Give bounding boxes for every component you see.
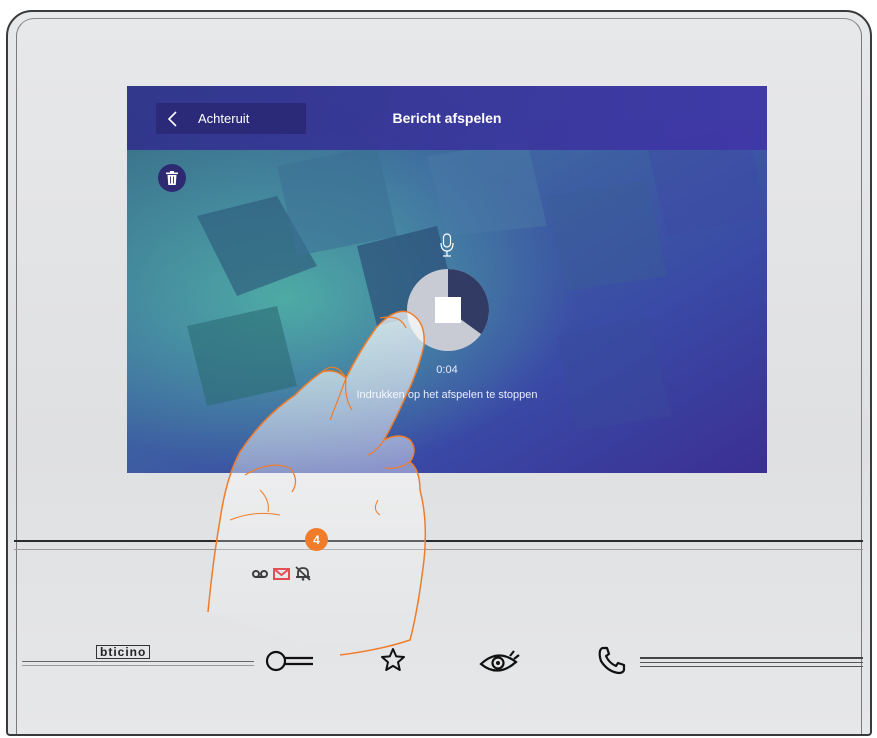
trash-icon [166,171,178,185]
brand-logo: bticino [96,645,151,659]
bell-off-icon [295,566,311,581]
star-icon[interactable] [380,647,406,673]
eye-icon[interactable] [478,650,522,674]
voicemail-icon [252,569,268,578]
elapsed-time: 0:04 [436,364,458,376]
touch-screen: Achteruit Bericht afspelen 0:04 Indrukke… [127,86,767,473]
stop-hint: Indrukken op het afspelen te stoppen [356,389,538,401]
panel-divider [14,540,863,542]
key-icon[interactable] [265,649,315,673]
envelope-icon [273,567,290,580]
page-title: Bericht afspelen [392,110,502,126]
logo-trim-line [22,661,254,666]
phone-trim-lines [640,657,863,671]
status-led-row [252,566,311,581]
microphone-icon [440,233,454,257]
panel-divider-shadow [14,549,863,550]
delete-message-button[interactable] [158,164,186,192]
stop-icon[interactable] [435,297,461,323]
playback-progress-dial[interactable] [406,268,490,352]
callout-badge: 4 [305,528,328,551]
phone-icon[interactable] [596,645,628,677]
